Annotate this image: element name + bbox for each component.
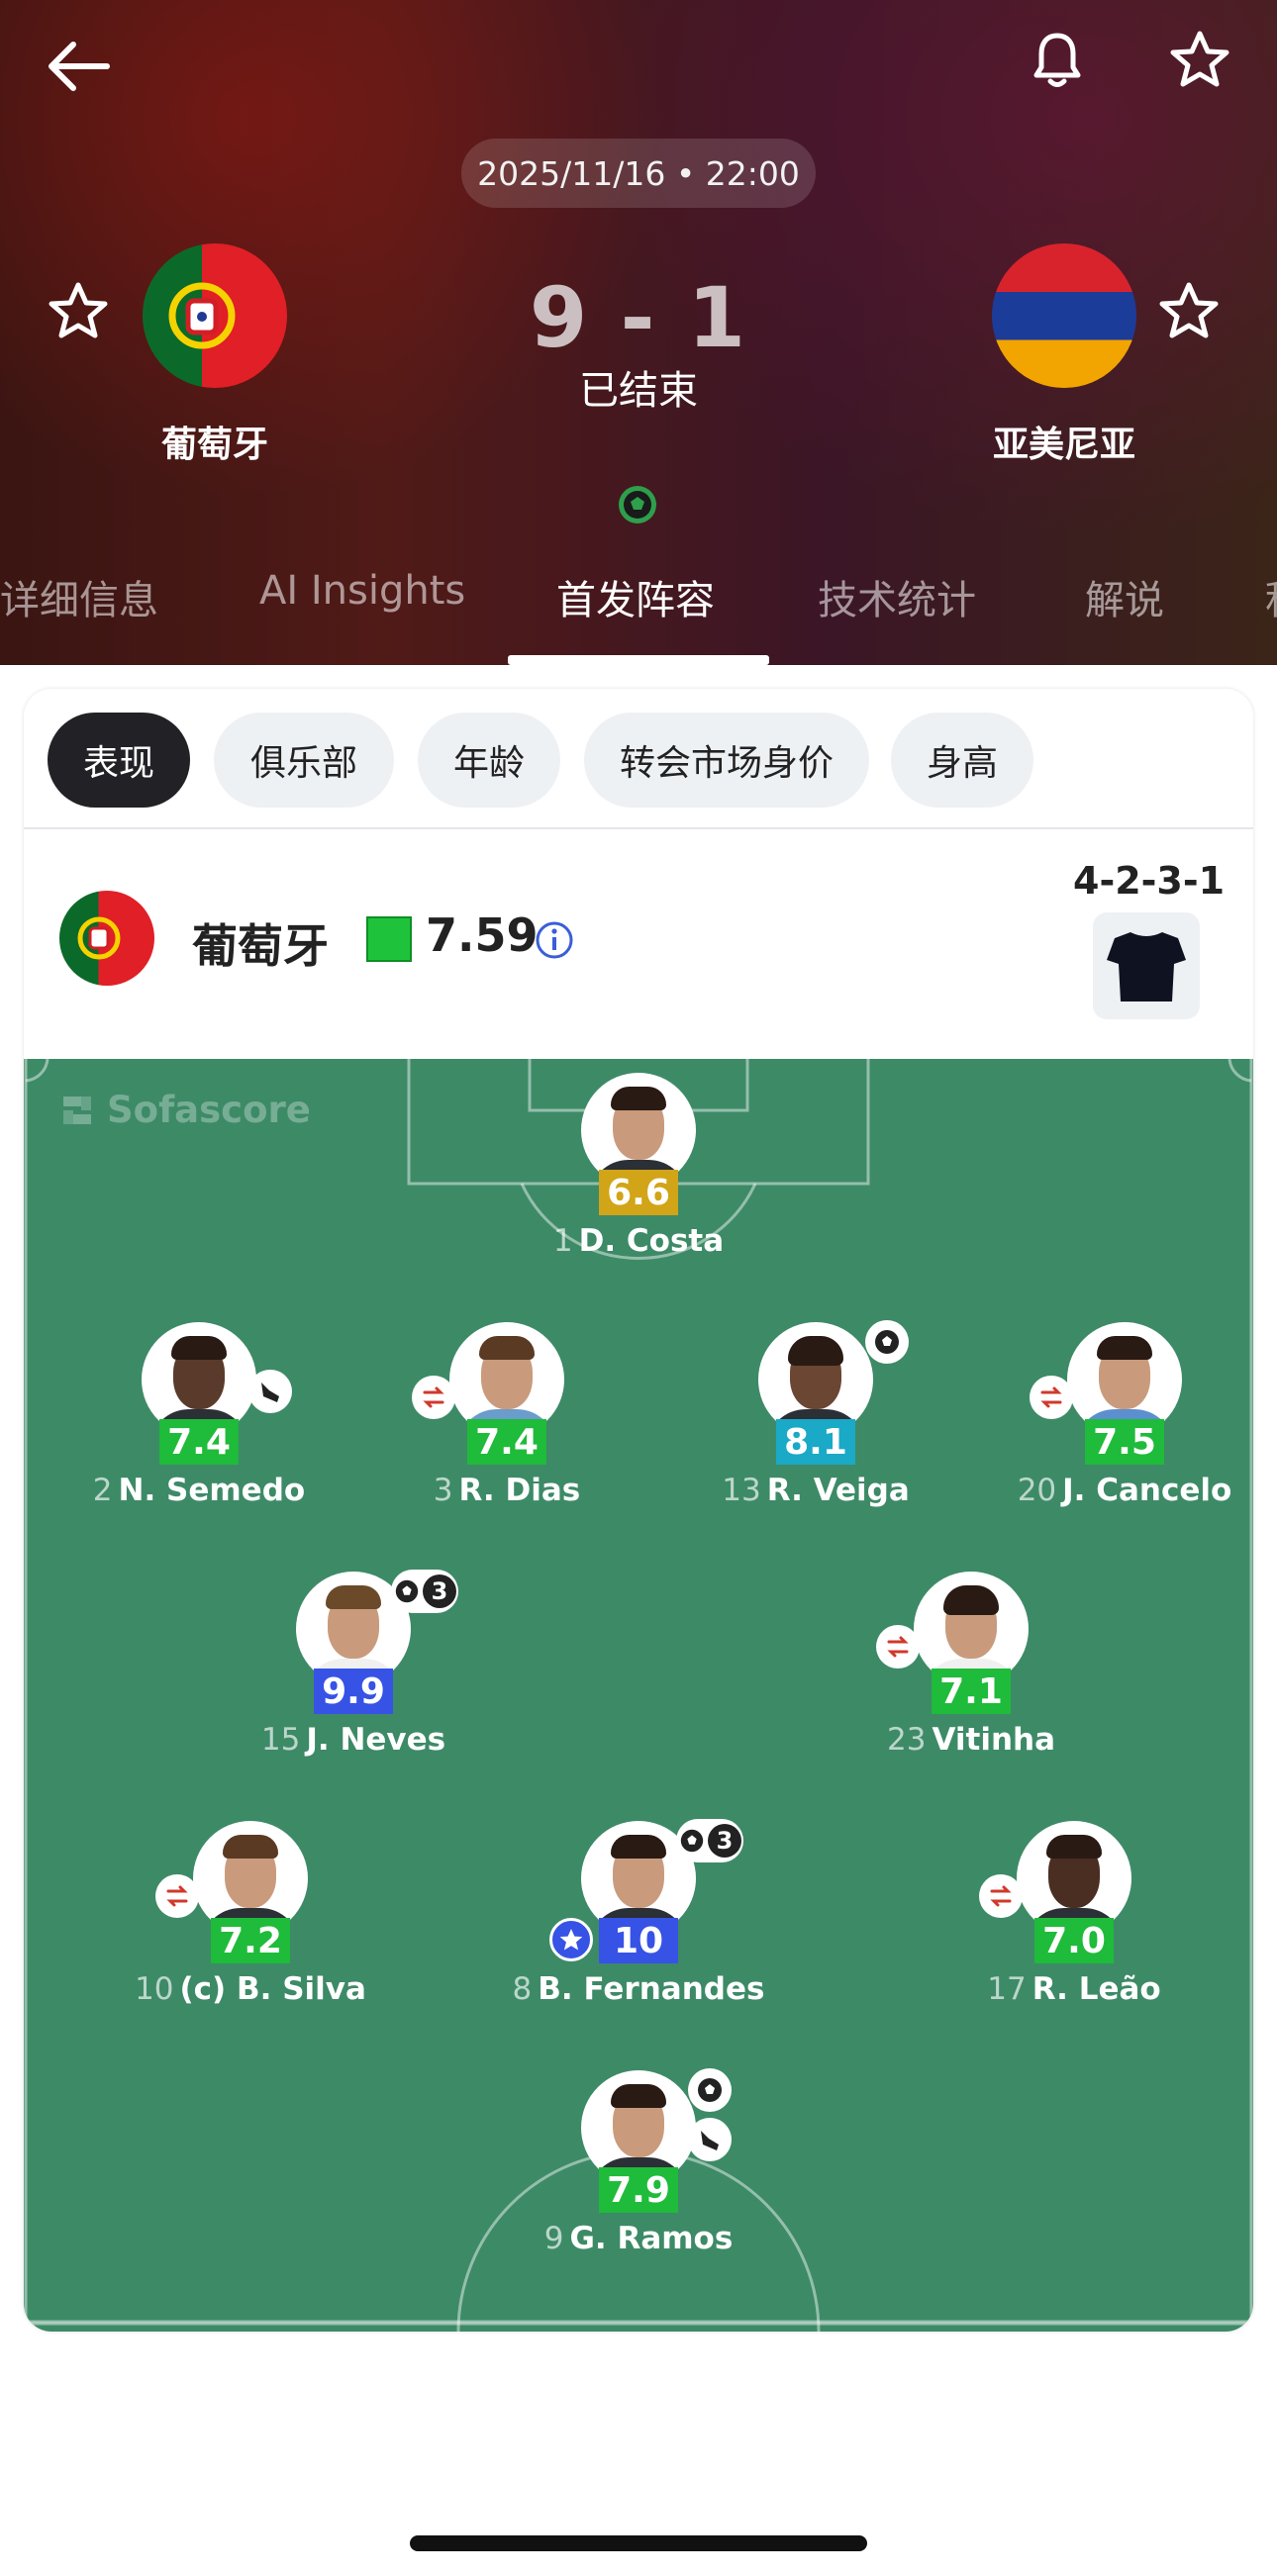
player-name: 3 R. Dias — [433, 1473, 581, 1508]
goal-ball-icon — [688, 2068, 732, 2112]
follow-home-star-icon[interactable] — [48, 281, 117, 350]
home-indicator[interactable] — [410, 2535, 867, 2551]
substitution-icon — [1030, 1376, 1073, 1419]
player-card[interactable]: 3 10 8 B. Fernandes — [513, 1819, 764, 2019]
boot-icon — [248, 1370, 292, 1413]
away-team-name[interactable]: 亚美尼亚 — [955, 416, 1173, 467]
player-card[interactable]: 8.1 13 R. Veiga — [697, 1320, 934, 1520]
player-card[interactable]: 7.4 3 R. Dias — [388, 1322, 626, 1520]
goals-badge: 3 — [676, 1819, 743, 1862]
substitution-icon — [979, 1874, 1023, 1918]
active-tab-indicator — [508, 655, 769, 665]
player-card[interactable]: 7.9 9 G. Ramos — [520, 2068, 757, 2268]
player-name: 2 N. Semedo — [92, 1473, 306, 1508]
boot-icon — [688, 2118, 732, 2161]
match-tabs: 详细信息 AI Insights 首发阵容 技术统计 解说 积 — [0, 554, 1277, 665]
tab-details[interactable]: 详细信息 — [0, 568, 158, 625]
favorite-star-icon[interactable] — [1158, 18, 1241, 101]
match-score: 9 - 1 — [529, 269, 748, 366]
substitution-icon — [155, 1874, 199, 1918]
portugal-flag-icon[interactable] — [143, 243, 287, 388]
player-name: 9 G. Ramos — [543, 2221, 734, 2256]
player-name: 10 (c) B. Silva — [135, 1971, 366, 2007]
follow-away-star-icon[interactable] — [1158, 281, 1228, 350]
back-arrow-icon[interactable] — [34, 22, 123, 111]
player-card[interactable]: 7.0 17 R. Leão — [955, 1821, 1193, 2019]
player-rating: 7.0 — [1034, 1918, 1114, 1963]
match-header: 2025/11/16 • 22:00 葡萄牙 9 - 1 已结束 亚美尼亚 详细… — [0, 0, 1277, 665]
match-datetime: 2025/11/16 • 22:00 — [461, 139, 816, 208]
goal-ball-icon — [865, 1320, 909, 1364]
player-card[interactable]: 7.2 10 (c) B. Silva — [132, 1821, 369, 2019]
pitch: Sofascore 6.6 1 D. Costa 7.4 2 N. Semedo 7… — [24, 1059, 1253, 2332]
player-rating: 7.4 — [467, 1419, 546, 1465]
player-name: 15 J. Neves — [260, 1722, 446, 1758]
home-team-name[interactable]: 葡萄牙 — [106, 416, 324, 467]
info-icon[interactable] — [535, 920, 574, 960]
goals-count: 3 — [423, 1574, 456, 1608]
tab-ai-insights[interactable]: AI Insights — [259, 568, 465, 614]
portugal-flag-icon — [59, 891, 154, 986]
player-rating: 7.4 — [159, 1419, 239, 1465]
football-icon — [616, 483, 659, 526]
player-name: 13 R. Veiga — [722, 1473, 910, 1508]
team-rating: 7.59 — [426, 908, 539, 962]
player-card[interactable]: 7.5 20 J. Cancelo — [1006, 1322, 1243, 1520]
tab-lineups[interactable]: 首发阵容 — [556, 568, 715, 625]
sofascore-watermark: Sofascore — [59, 1089, 311, 1131]
player-name: 1 D. Costa — [552, 1223, 725, 1259]
goals-count: 3 — [708, 1824, 741, 1858]
player-name: 23 Vitinha — [886, 1722, 1056, 1758]
team-name: 葡萄牙 — [192, 919, 329, 973]
tab-commentary[interactable]: 解说 — [1085, 568, 1164, 625]
chip-height[interactable]: 身高 — [891, 713, 1033, 808]
chip-performance[interactable]: 表现 — [48, 713, 190, 808]
chip-club[interactable]: 俱乐部 — [214, 713, 394, 808]
player-of-match-star-icon — [549, 1918, 593, 1961]
player-name: 8 B. Fernandes — [512, 1971, 765, 2007]
tab-more[interactable]: 积 — [1265, 568, 1277, 625]
player-name: 20 J. Cancelo — [1017, 1473, 1232, 1508]
player-rating: 7.1 — [932, 1669, 1011, 1714]
formation: 4-2-3-1 — [1073, 859, 1226, 903]
chip-market-value[interactable]: 转会市场身价 — [584, 713, 869, 808]
tab-statistics[interactable]: 技术统计 — [818, 568, 976, 625]
player-card[interactable]: 6.6 1 D. Costa — [520, 1073, 757, 1271]
player-rating: 10 — [599, 1918, 678, 1963]
player-card[interactable]: 3 9.9 15 J. Neves — [235, 1570, 472, 1769]
player-rating: 7.9 — [599, 2167, 678, 2213]
bell-icon[interactable] — [1018, 20, 1097, 99]
substitution-icon — [412, 1376, 455, 1419]
lineup-card: 表现 俱乐部 年龄 转会市场身价 身高 葡萄牙 7.59 4-2-3-1 Sof… — [24, 689, 1253, 2332]
player-rating: 6.6 — [599, 1170, 678, 1215]
team-summary-row: 葡萄牙 7.59 4-2-3-1 — [24, 829, 1253, 1049]
substitution-icon — [876, 1625, 920, 1669]
player-rating: 9.9 — [314, 1669, 393, 1714]
player-name: 17 R. Leão — [987, 1971, 1161, 2007]
watermark-text: Sofascore — [107, 1089, 311, 1131]
chip-age[interactable]: 年龄 — [418, 713, 560, 808]
armenia-flag-icon[interactable] — [992, 243, 1136, 388]
goals-badge: 3 — [391, 1570, 458, 1613]
rating-color-swatch — [366, 916, 412, 962]
player-rating: 7.5 — [1085, 1419, 1164, 1465]
player-rating: 8.1 — [776, 1419, 855, 1465]
player-rating: 7.2 — [211, 1918, 290, 1963]
jersey-icon[interactable] — [1093, 912, 1200, 1019]
player-card[interactable]: 7.1 23 Vitinha — [852, 1572, 1090, 1769]
player-card[interactable]: 7.4 2 N. Semedo — [80, 1322, 318, 1520]
match-status: 已结束 — [579, 368, 698, 414]
